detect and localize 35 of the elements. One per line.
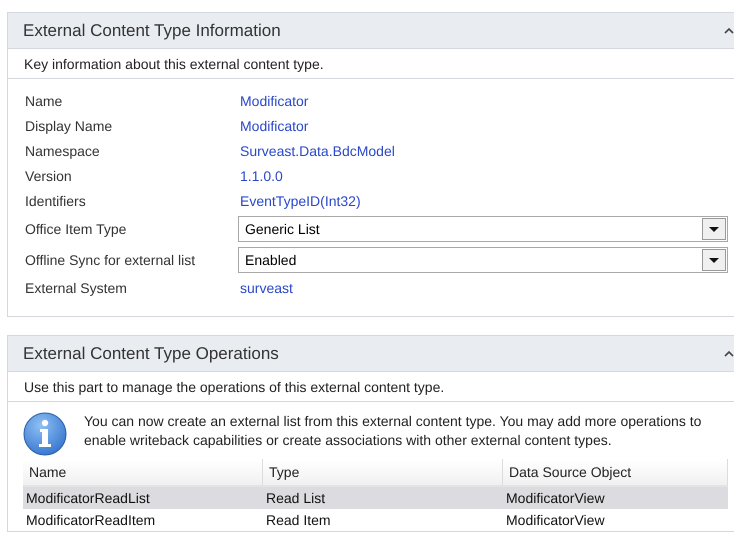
field-value[interactable]: 1.1.0.0 bbox=[240, 166, 728, 186]
field-value[interactable]: EventTypeID(Int32) bbox=[240, 191, 728, 211]
field-label: Identifiers bbox=[25, 192, 87, 211]
field-label: Display Name bbox=[25, 117, 114, 136]
field-value[interactable]: Modificator bbox=[240, 91, 728, 111]
table-row[interactable]: ModificatorReadItem Read Item ModificatorView bbox=[23, 509, 728, 531]
panel-title: External Content Type Information bbox=[23, 20, 281, 40]
table-cell-text: ModificatorView bbox=[505, 489, 606, 508]
collapse-icon[interactable] bbox=[724, 26, 734, 34]
info-icon bbox=[23, 412, 67, 456]
table-cell-text: Read Item bbox=[265, 511, 332, 530]
field-label: Version bbox=[25, 167, 73, 186]
panel-description: Key information about this external content type. bbox=[8, 49, 734, 79]
column-header[interactable]: Data Source Object bbox=[503, 459, 728, 485]
table-row[interactable]: ModificatorReadList Read List ModificatorView bbox=[23, 487, 728, 509]
field-label: Namespace bbox=[25, 142, 101, 161]
collapse-icon[interactable] bbox=[724, 350, 734, 358]
column-header[interactable]: Type bbox=[263, 459, 503, 485]
dropdown[interactable]: Enabled bbox=[238, 247, 728, 273]
table-cell-text: ModificatorReadItem bbox=[25, 511, 156, 530]
field-value[interactable]: Surveast.Data.BdcModel bbox=[240, 141, 728, 161]
panel-title: External Content Type Operations bbox=[23, 344, 279, 364]
field-label: Name bbox=[25, 92, 64, 111]
table-cell-text: ModificatorReadList bbox=[25, 489, 151, 508]
info-message: You can now create an external list from this external content type. You may add more operations to enable writeback capabilities or create associations with other external content types. bbox=[84, 412, 702, 450]
dropdown[interactable]: Generic List bbox=[238, 216, 728, 242]
table-cell-text: Read List bbox=[265, 489, 326, 508]
panel-description: Use this part to manage the operations of this external content type. bbox=[8, 372, 734, 402]
field-label: Offline Sync for external list bbox=[25, 251, 196, 270]
field-value[interactable]: surveast bbox=[240, 278, 728, 298]
field-value[interactable]: Modificator bbox=[240, 116, 728, 136]
field-label: External System bbox=[25, 279, 128, 298]
table-cell-text: ModificatorView bbox=[505, 511, 606, 530]
field-label: Office Item Type bbox=[25, 220, 128, 239]
column-header[interactable]: Name bbox=[23, 459, 263, 485]
